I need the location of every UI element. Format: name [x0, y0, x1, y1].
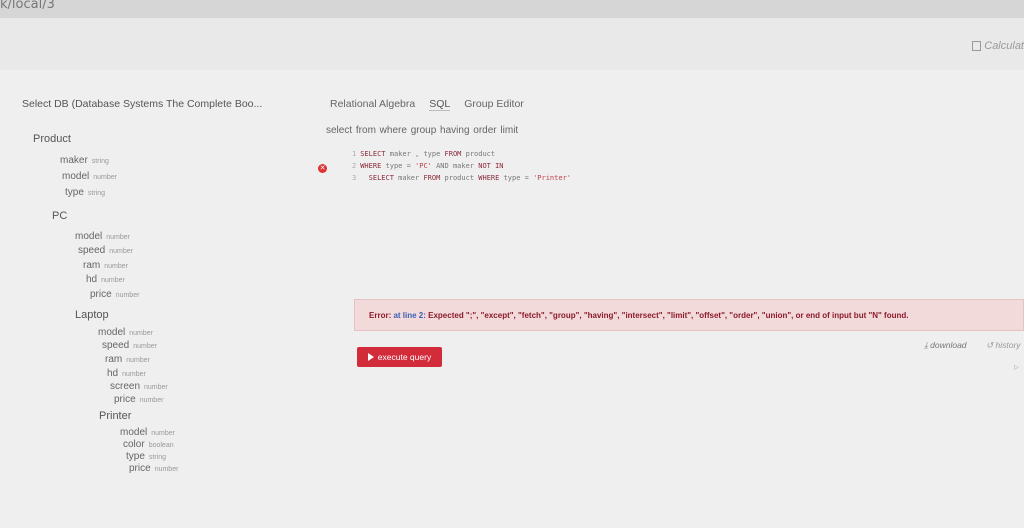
table-name[interactable]: Laptop	[75, 309, 109, 321]
calculator-icon	[972, 41, 982, 51]
tab-group-editor[interactable]: Group Editor	[464, 98, 524, 111]
column-item: price number	[114, 394, 164, 405]
sql-editor[interactable]: 1 SELECT maker , type FROM product ✕ 2 WHE…	[318, 145, 1024, 315]
table-name[interactable]: Product	[33, 133, 71, 145]
main-panel: Select DB (Database Systems The Complete…	[0, 70, 1024, 528]
tab-relational-algebra[interactable]: Relational Algebra	[330, 98, 415, 111]
table-name[interactable]: Printer	[99, 410, 131, 422]
top-bar: Calculat	[0, 18, 1024, 70]
calculator-link[interactable]: Calculat	[972, 40, 1024, 52]
table-name[interactable]: PC	[52, 210, 67, 222]
history-link[interactable]: ↺ history	[986, 340, 1021, 351]
editor-tabs: Relational Algebra SQL Group Editor	[330, 98, 524, 111]
error-location-link[interactable]: at line 2:	[393, 311, 425, 320]
keyword-toolbar[interactable]: select from where group having order lim…	[326, 125, 518, 136]
mouse-cursor-icon: ▹	[1014, 362, 1020, 373]
history-icon: ↺	[986, 340, 994, 350]
code-line: 2 WHERE type = 'PC' AND maker NOT IN	[352, 162, 504, 170]
column-item: price number	[90, 289, 140, 300]
error-message: Error: at line 2: Expected ";", "except"…	[354, 299, 1024, 331]
tab-sql[interactable]: SQL	[429, 98, 451, 111]
code-line: 3 SELECT maker FROM product WHERE type =…	[352, 174, 571, 182]
address-bar[interactable]: k/local/3	[0, 0, 1024, 18]
url-text: k/local/3	[0, 0, 55, 12]
db-select-dropdown[interactable]: Select DB (Database Systems The Complete…	[22, 98, 262, 110]
execute-query-button[interactable]: execute query	[357, 347, 442, 367]
code-line: 1 SELECT maker , type FROM product	[352, 150, 496, 158]
download-icon: ⤓	[924, 340, 928, 350]
error-marker-icon: ✕	[318, 164, 327, 173]
column-item: type string	[65, 187, 106, 198]
play-icon	[367, 353, 374, 361]
calculator-label: Calculat	[984, 40, 1024, 52]
column-item: price number	[129, 463, 179, 474]
download-link[interactable]: ⤓ download	[924, 340, 967, 351]
